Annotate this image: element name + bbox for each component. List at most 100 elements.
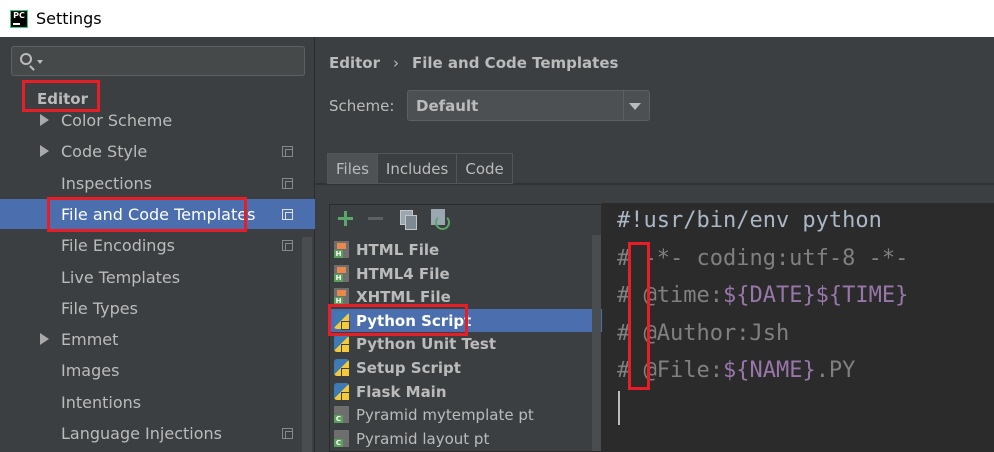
sidebar-item-label: Live Templates — [61, 267, 181, 287]
template-list-scrollbar[interactable] — [592, 235, 601, 451]
project-level-icon — [282, 427, 293, 439]
template-list-item[interactable]: XHTML File — [330, 285, 602, 308]
settings-sidebar: Editor Color Scheme Code Style Inspections… — [0, 37, 315, 452]
pt-file-icon — [334, 406, 349, 423]
chevron-down-icon[interactable] — [629, 103, 641, 110]
template-list-item[interactable]: Python Unit Test — [330, 332, 602, 355]
window-title: Settings — [36, 9, 102, 28]
python-file-icon — [334, 383, 350, 401]
template-tabs: Files Includes Code — [327, 153, 513, 184]
scheme-dropdown[interactable]: Default — [407, 90, 650, 121]
code-text: # -*- coding:utf-8 -*- — [617, 246, 909, 271]
template-list-item[interactable]: Pyramid layout pt — [330, 427, 602, 450]
python-file-icon — [334, 359, 350, 377]
pt-file-icon — [334, 430, 349, 447]
sidebar-item[interactable]: Inspections — [0, 168, 315, 198]
project-level-icon — [282, 239, 293, 251]
settings-search-input[interactable] — [11, 46, 305, 76]
remove-icon[interactable] — [368, 217, 383, 220]
search-icon — [20, 53, 32, 65]
html-file-icon — [334, 241, 349, 258]
template-list-toolbar — [330, 205, 601, 235]
python-file-icon — [334, 335, 350, 353]
breadcrumb: Editor › File and Code Templates — [329, 54, 618, 72]
sidebar-item[interactable]: Code Style — [0, 136, 315, 166]
sidebar-item-label: Color Scheme — [61, 110, 173, 130]
sidebar-item-label: Language Injections — [61, 423, 222, 443]
code-text: # @Author:Jsh — [617, 321, 790, 346]
template-list-item[interactable]: HTML4 File — [330, 262, 602, 285]
scheme-dropdown-divider — [623, 91, 624, 120]
project-level-icon — [282, 177, 293, 189]
sidebar-item-label: Code Style — [61, 141, 148, 161]
sidebar-item[interactable]: Language Injections — [0, 418, 315, 448]
sidebar-item-label: Images — [61, 360, 120, 380]
reset-icon[interactable] — [431, 209, 450, 230]
main-panel: Editor › File and Code Templates Scheme:… — [316, 37, 994, 452]
sidebar-item-label: File Types — [61, 298, 138, 318]
project-level-icon — [282, 145, 293, 157]
project-level-icon — [282, 208, 293, 220]
template-list-item[interactable]: HTML File — [330, 238, 602, 261]
code-line: # @Author:Jsh — [617, 321, 789, 346]
sidebar-item[interactable]: File Types — [0, 293, 315, 323]
expand-arrow-icon[interactable] — [40, 333, 49, 345]
sidebar-item[interactable]: File Encodings — [0, 230, 315, 260]
sidebar-item-label: Inspections — [61, 173, 152, 193]
scheme-label: Scheme: — [329, 97, 395, 115]
sidebar-item[interactable]: Images — [0, 355, 315, 385]
template-list-panel: HTML File HTML4 File XHTML File Python Scri… — [329, 204, 602, 452]
template-list-item[interactable]: Setup Script — [330, 356, 602, 379]
code-line: # -*- coding:utf-8 -*- — [617, 246, 908, 271]
sidebar-item-label: Emmet — [61, 329, 119, 349]
expand-arrow-icon[interactable] — [40, 114, 49, 126]
html-file-icon — [334, 288, 349, 305]
template-name: Python Unit Test — [356, 334, 497, 353]
template-list-item[interactable]: Python Script — [330, 309, 602, 332]
scheme-selected-value: Default — [416, 97, 479, 115]
template-variable: ${DATE}${TIME} — [722, 283, 909, 308]
sidebar-item-label: File and Code Templates — [61, 204, 256, 224]
template-name: Pyramid layout pt — [356, 429, 490, 448]
template-name: Python Script — [356, 311, 472, 330]
tab-code[interactable]: Code — [456, 153, 513, 184]
template-name: HTML4 File — [356, 264, 450, 283]
template-name: Flask Main — [356, 382, 447, 401]
code-text: # @File: — [617, 358, 723, 383]
text-cursor — [618, 391, 620, 425]
code-line: #!usr/bin/env python — [617, 208, 882, 233]
code-text: #!usr/bin/env python — [617, 208, 882, 233]
template-name: XHTML File — [356, 287, 451, 306]
code-line: # @File:${NAME}.PY — [617, 358, 855, 383]
python-file-icon — [334, 312, 350, 330]
tab-files[interactable]: Files — [327, 153, 378, 184]
sidebar-item-label: Intentions — [61, 392, 142, 412]
sidebar-scrollbar[interactable] — [302, 237, 312, 452]
template-variable: ${NAME} — [722, 358, 816, 383]
sidebar-item[interactable]: Live Templates — [0, 262, 315, 292]
sidebar-item[interactable]: Intentions — [0, 387, 315, 417]
template-code-editor[interactable]: #!usr/bin/env python # -*- coding:utf-8 -… — [602, 203, 994, 452]
pycharm-app-icon: PC — [10, 9, 28, 28]
sidebar-item[interactable]: Emmet — [0, 324, 315, 354]
expand-arrow-icon[interactable] — [40, 145, 49, 157]
add-icon[interactable] — [338, 211, 353, 226]
breadcrumb-parent[interactable]: Editor — [329, 54, 380, 72]
template-list-item[interactable]: Flask Main — [330, 380, 602, 403]
template-name: HTML File — [356, 240, 440, 259]
search-options-caret-icon[interactable] — [37, 60, 43, 64]
code-text: .PY — [815, 358, 856, 383]
title-bar: PC Settings — [0, 0, 994, 37]
sidebar-item[interactable]: File and Code Templates — [0, 199, 315, 229]
template-name: Setup Script — [356, 358, 461, 377]
template-name: Pyramid mytemplate pt — [356, 405, 534, 424]
code-line: # @time:${DATE}${TIME} — [617, 283, 908, 308]
copy-icon[interactable] — [400, 210, 417, 230]
sidebar-item-label: File Encodings — [61, 235, 175, 255]
code-text: # @time: — [617, 283, 723, 308]
html-file-icon — [334, 265, 349, 282]
template-list-item[interactable]: Pyramid mytemplate pt — [330, 403, 602, 426]
sidebar-item[interactable]: Color Scheme — [0, 105, 315, 135]
breadcrumb-current: File and Code Templates — [412, 54, 619, 72]
tab-includes[interactable]: Includes — [376, 153, 458, 184]
